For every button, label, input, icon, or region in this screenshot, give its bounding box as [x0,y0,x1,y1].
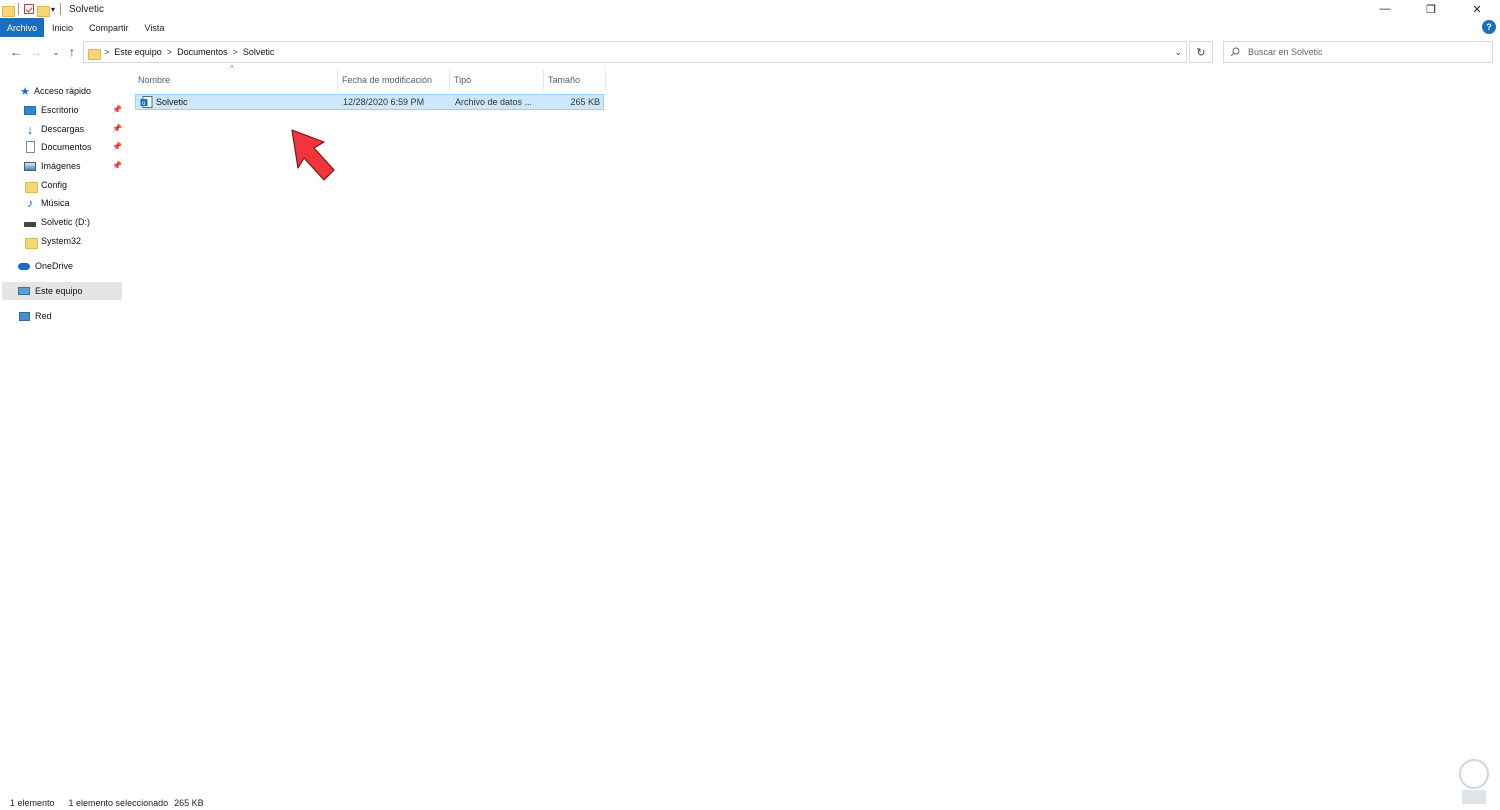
file-size: 265 KB [570,97,600,107]
sidebar-item-label: Descargas [41,124,85,134]
annotation-arrow-icon [291,129,335,181]
sidebar-item-label: Música [41,198,70,208]
new-folder-icon[interactable] [37,4,50,17]
sidebar-item-quick-access[interactable]: ★ Acceso rápido [20,82,91,100]
status-bar: 1 elemento 1 elemento seleccionado 265 K… [0,795,1500,810]
sidebar-item-descargas[interactable]: ↓ Descargas [24,120,84,138]
folder-icon [24,235,38,249]
search-box[interactable] [1223,41,1493,63]
file-name-cell: o Solvetic [136,95,339,109]
properties-icon[interactable] [24,4,34,14]
column-header-fecha[interactable]: Fecha de modificación [338,70,450,90]
item-count: 1 elemento [10,797,55,808]
sidebar-item-config[interactable]: Config [24,176,67,194]
sidebar-item-label: Acceso rápido [34,86,92,96]
pin-icon[interactable]: 📌 [112,105,122,114]
customize-toolbar-icon[interactable]: ▾ [51,5,55,14]
breadcrumb-este-equipo[interactable]: Este equipo [114,47,162,57]
pin-icon[interactable]: 📌 [112,124,122,133]
sidebar-item-red[interactable]: Red [18,307,52,325]
window-controls: — ❐ ✕ [1362,0,1500,18]
music-icon: ♪ [27,196,33,210]
search-icon [1230,47,1240,57]
selection-size: 265 KB [174,797,204,808]
sidebar-item-musica[interactable]: ♪ Música [24,194,70,212]
title-bar: ▾ Solvetic — ❐ ✕ [0,0,1500,18]
navigation-bar: ← → ⌄ ↑ > Este equipo > Documentos > Sol… [0,40,1500,64]
sidebar-item-imagenes[interactable]: Imágenes [24,157,81,175]
sidebar-item-label: System32 [41,236,82,246]
column-header-tipo[interactable]: Tipo [450,70,544,90]
sidebar-item-label: Imágenes [41,161,81,171]
file-modified: 12/28/2020 6:59 PM [343,97,425,107]
sidebar-item-documentos[interactable]: Documentos [24,138,92,156]
pin-icon[interactable]: 📌 [112,161,122,170]
drive-icon [24,216,36,228]
divider [60,3,62,15]
cloud-icon [18,260,30,272]
selection-count: 1 elemento seleccionado [68,797,169,808]
folder-icon [24,179,38,193]
table-row[interactable]: o Solvetic 12/28/2020 6:59 PM Archivo de… [135,94,604,110]
tab-archivo[interactable]: Archivo [0,18,45,37]
close-button[interactable]: ✕ [1454,0,1500,18]
pictures-icon [24,160,36,172]
breadcrumb-separator[interactable]: > [233,47,238,57]
sidebar-item-label: OneDrive [35,261,74,271]
sidebar-item-label: Este equipo [35,286,83,296]
sidebar-item-label: Red [35,311,52,321]
sidebar-item-drive-d[interactable]: Solvetic (D:) [24,213,90,231]
forward-arrow-icon[interactable]: → [28,44,44,60]
divider [18,3,19,15]
file-type: Archivo de datos ... [455,97,533,107]
minimize-button[interactable]: — [1362,0,1408,18]
address-bar[interactable]: > Este equipo > Documentos > Solvetic ⌄ [83,41,1187,63]
watermark-logo-icon [1459,759,1489,804]
up-arrow-icon[interactable]: ↑ [64,44,80,60]
desktop-icon [24,104,36,116]
pin-icon[interactable]: 📌 [112,142,122,151]
sidebar-item-onedrive[interactable]: OneDrive [18,257,73,275]
column-header-tamano[interactable]: Tamaño [544,70,606,90]
sidebar-item-system32[interactable]: System32 [24,232,81,250]
download-icon: ↓ [26,121,34,137]
tab-inicio[interactable]: Inicio [44,18,81,37]
recent-locations-chevron-icon[interactable]: ⌄ [48,44,64,60]
folder-icon [2,4,15,17]
maximize-button[interactable]: ❐ [1408,0,1454,18]
refresh-icon[interactable]: ↻ [1189,41,1213,63]
window-title: Solvetic [69,3,105,15]
back-arrow-icon[interactable]: ← [8,44,24,60]
breadcrumb-solvetic[interactable]: Solvetic [243,47,275,57]
sidebar-item-label: Documentos [41,142,92,152]
address-dropdown-icon[interactable]: ⌄ [1174,47,1182,58]
star-icon: ★ [20,85,30,98]
quick-access-toolbar: ▾ [0,0,63,18]
breadcrumb-documentos[interactable]: Documentos [177,47,228,57]
tab-vista[interactable]: Vista [137,18,173,37]
sidebar-item-label: Escritorio [41,105,79,115]
navigation-pane: ★ Acceso rápido Escritorio 📌 ↓ Descargas… [0,80,124,780]
help-button[interactable]: ? [1482,20,1496,34]
folder-icon [88,47,101,60]
breadcrumb-separator[interactable]: > [104,47,109,57]
outlook-data-file-icon: o [140,96,153,108]
tab-compartir[interactable]: Compartir [81,18,137,37]
network-icon [18,310,30,322]
file-name: Solvetic [156,97,188,107]
column-header-nombre[interactable]: Nombre [134,70,338,90]
sidebar-item-label: Solvetic (D:) [41,217,91,227]
breadcrumb-separator[interactable]: > [167,47,172,57]
ribbon-tabs: Archivo Inicio Compartir Vista ? [0,18,1500,37]
sidebar-item-label: Config [41,180,68,190]
sidebar-item-este-equipo[interactable]: Este equipo [2,282,122,300]
computer-icon [18,285,30,297]
column-header: Nombre Fecha de modificación Tipo Tamaño [134,70,606,90]
search-input[interactable] [1248,47,1478,57]
sidebar-item-escritorio[interactable]: Escritorio [24,101,79,119]
document-icon [24,141,36,153]
